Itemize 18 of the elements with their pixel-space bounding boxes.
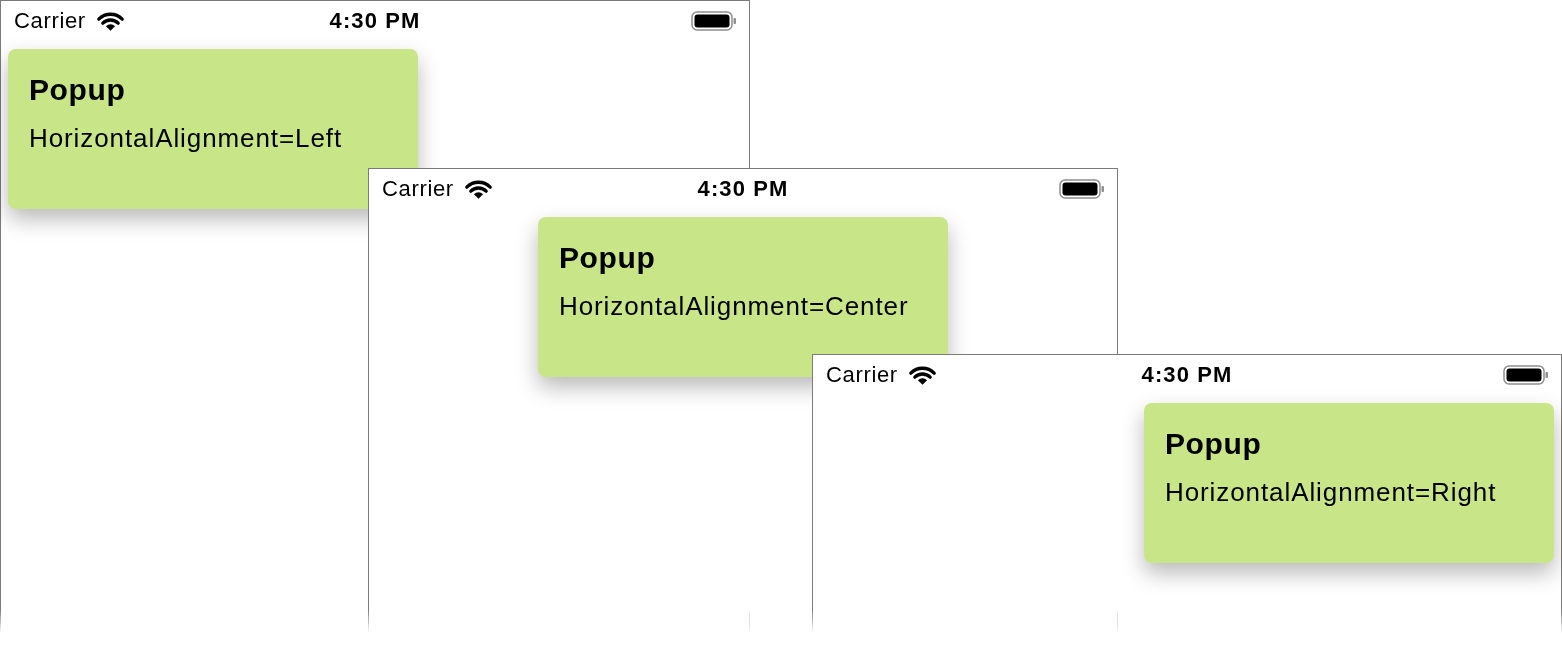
popup-title: Popup bbox=[1165, 426, 1262, 462]
clock-time: 4:30 PM bbox=[697, 176, 789, 202]
carrier-label: Carrier bbox=[382, 176, 454, 202]
popup-text: HorizontalAlignment=Center bbox=[559, 291, 909, 321]
popup-title: Popup bbox=[559, 240, 656, 276]
carrier-label: Carrier bbox=[14, 8, 86, 34]
popup-text: HorizontalAlignment=Left bbox=[29, 123, 343, 153]
carrier-label: Carrier bbox=[826, 362, 898, 388]
battery-icon bbox=[691, 11, 737, 31]
clock-time: 4:30 PM bbox=[329, 8, 421, 34]
battery-icon bbox=[1059, 179, 1105, 199]
popup-title: Popup bbox=[29, 72, 126, 108]
popup-text: HorizontalAlignment=Right bbox=[1165, 477, 1497, 507]
wifi-icon bbox=[95, 10, 125, 32]
wifi-icon bbox=[463, 178, 493, 200]
battery-icon bbox=[1503, 365, 1549, 385]
clock-time: 4:30 PM bbox=[1141, 362, 1233, 388]
wifi-icon bbox=[907, 364, 937, 386]
